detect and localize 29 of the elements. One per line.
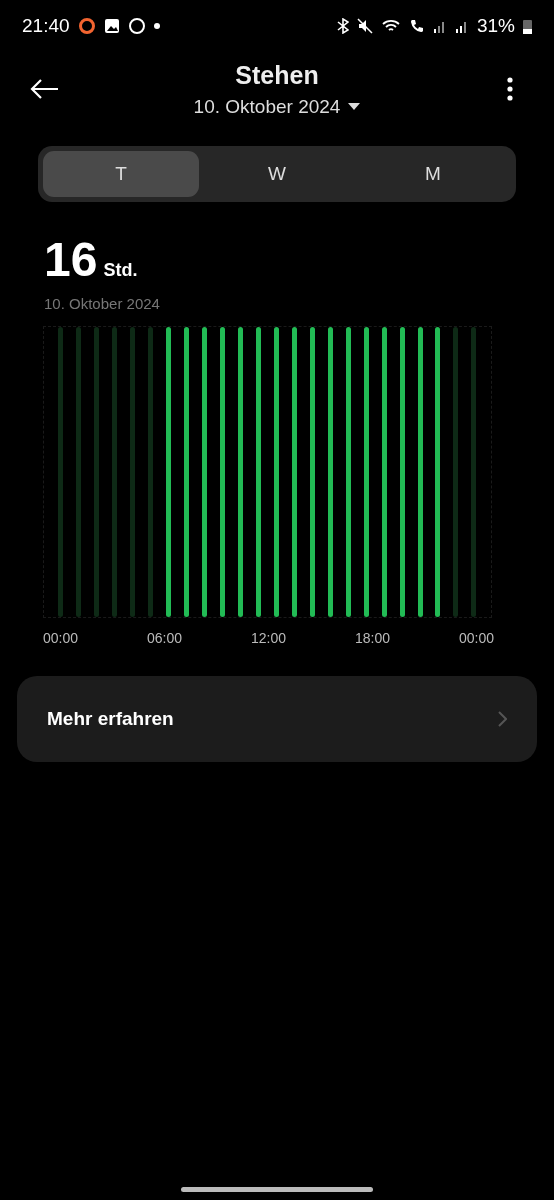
page-title: Stehen xyxy=(235,60,319,90)
phone-icon xyxy=(408,18,425,34)
total-value: 16 xyxy=(44,232,98,287)
period-tab[interactable]: W xyxy=(199,151,355,197)
image-icon xyxy=(103,18,120,34)
period-tab[interactable]: T xyxy=(43,151,199,197)
axis-label: 00:00 xyxy=(458,630,494,646)
battery-icon xyxy=(523,18,532,34)
axis-label: 00:00 xyxy=(43,630,79,646)
wifi-icon xyxy=(380,18,401,34)
learn-more-card[interactable]: Mehr erfahren xyxy=(17,676,537,762)
caret-icon xyxy=(348,102,361,111)
battery-percent: 31% xyxy=(476,15,515,37)
summary-date: 10. Oktober 2024 xyxy=(44,295,161,312)
axis-label: 06:00 xyxy=(147,630,183,646)
mute-icon xyxy=(356,18,373,34)
back-arrow-icon xyxy=(29,78,59,100)
axis-label: 12:00 xyxy=(250,630,286,646)
chat-icon xyxy=(127,17,146,35)
chevron-icon xyxy=(497,711,507,727)
more-icon xyxy=(507,77,513,101)
status-time: 21:40 xyxy=(22,15,70,37)
dot-icon xyxy=(153,23,160,29)
total-unit: Std. xyxy=(103,260,138,281)
date-dropdown[interactable]: 10. Oktober 2024 xyxy=(193,95,361,118)
ring-icon xyxy=(77,17,96,35)
bluetooth-icon xyxy=(336,18,349,34)
period-tab[interactable]: M xyxy=(355,151,511,197)
axis-label: 18:00 xyxy=(354,630,390,646)
